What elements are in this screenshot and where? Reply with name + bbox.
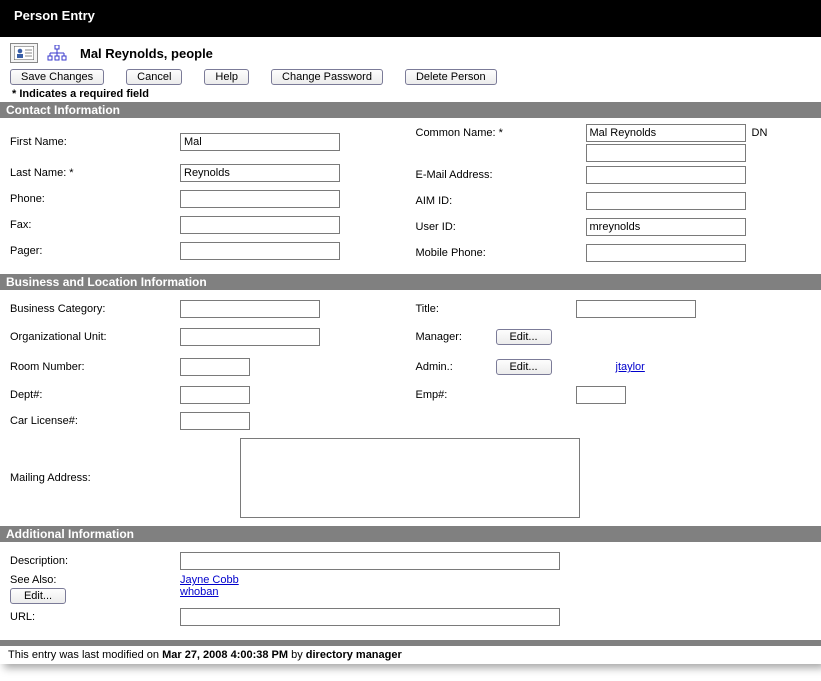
breadcrumb: Mal Reynolds, people xyxy=(80,46,213,61)
label-room: Room Number: xyxy=(10,361,180,373)
cancel-button[interactable]: Cancel xyxy=(126,69,182,85)
label-pager: Pager: xyxy=(10,245,180,257)
required-field-note: * Indicates a required field xyxy=(0,87,821,102)
help-button[interactable]: Help xyxy=(204,69,249,85)
mobile-input[interactable] xyxy=(586,244,746,262)
label-last-name: Last Name: * xyxy=(10,167,180,179)
mailing-input[interactable] xyxy=(240,438,580,518)
category-input[interactable] xyxy=(180,300,320,318)
label-admin: Admin.: xyxy=(416,361,496,373)
pager-input[interactable] xyxy=(180,242,340,260)
section-header-business: Business and Location Information xyxy=(0,274,821,290)
emp-input[interactable] xyxy=(576,386,626,404)
common-name-input[interactable] xyxy=(586,124,746,142)
label-ou: Organizational Unit: xyxy=(10,331,180,343)
manager-edit-button[interactable]: Edit... xyxy=(496,329,552,345)
footer-text: This entry was last modified on Mar 27, … xyxy=(0,646,821,664)
last-name-input[interactable] xyxy=(180,164,340,182)
label-mobile: Mobile Phone: xyxy=(416,247,586,259)
phone-input[interactable] xyxy=(180,190,340,208)
label-aim: AIM ID: xyxy=(416,195,586,207)
admin-edit-button[interactable]: Edit... xyxy=(496,359,552,375)
label-emp: Emp#: xyxy=(416,389,496,401)
section-header-contact: Contact Information xyxy=(0,102,821,118)
label-dept: Dept#: xyxy=(10,389,180,401)
org-tree-icon[interactable] xyxy=(44,43,70,63)
label-car: Car License#: xyxy=(10,415,180,427)
dept-input[interactable] xyxy=(180,386,250,404)
label-user-id: User ID: xyxy=(416,221,586,233)
description-input[interactable] xyxy=(180,552,560,570)
delete-person-button[interactable]: Delete Person xyxy=(405,69,497,85)
url-input[interactable] xyxy=(180,608,560,626)
email-input[interactable] xyxy=(586,166,746,184)
change-password-button[interactable]: Change Password xyxy=(271,69,383,85)
label-phone: Phone: xyxy=(10,193,180,205)
aim-input[interactable] xyxy=(586,192,746,210)
label-fax: Fax: xyxy=(10,219,180,231)
label-category: Business Category: xyxy=(10,303,180,315)
label-manager: Manager: xyxy=(416,331,496,343)
first-name-input[interactable] xyxy=(180,133,340,151)
label-first-name: First Name: xyxy=(10,136,180,148)
label-see-also: See Also: xyxy=(10,574,56,586)
label-url: URL: xyxy=(10,611,180,623)
see-also-edit-button[interactable]: Edit... xyxy=(10,588,66,604)
fax-input[interactable] xyxy=(180,216,340,234)
label-description: Description: xyxy=(10,555,180,567)
see-also-link[interactable]: whoban xyxy=(180,586,811,598)
dn-input[interactable] xyxy=(586,144,746,162)
admin-link[interactable]: jtaylor xyxy=(616,361,812,373)
label-mailing: Mailing Address: xyxy=(10,438,240,484)
label-title: Title: xyxy=(416,303,496,315)
user-id-input[interactable] xyxy=(586,218,746,236)
label-common-name: Common Name: * xyxy=(416,124,586,139)
label-email: E-Mail Address: xyxy=(416,169,586,181)
label-dn: DN xyxy=(752,127,768,139)
window-title: Person Entry xyxy=(0,0,821,37)
section-header-additional: Additional Information xyxy=(0,526,821,542)
room-input[interactable] xyxy=(180,358,250,376)
ou-input[interactable] xyxy=(180,328,320,346)
save-button[interactable]: Save Changes xyxy=(10,69,104,85)
see-also-link[interactable]: Jayne Cobb xyxy=(180,574,811,586)
car-input[interactable] xyxy=(180,412,250,430)
title-input[interactable] xyxy=(576,300,696,318)
person-card-icon[interactable] xyxy=(10,43,38,63)
